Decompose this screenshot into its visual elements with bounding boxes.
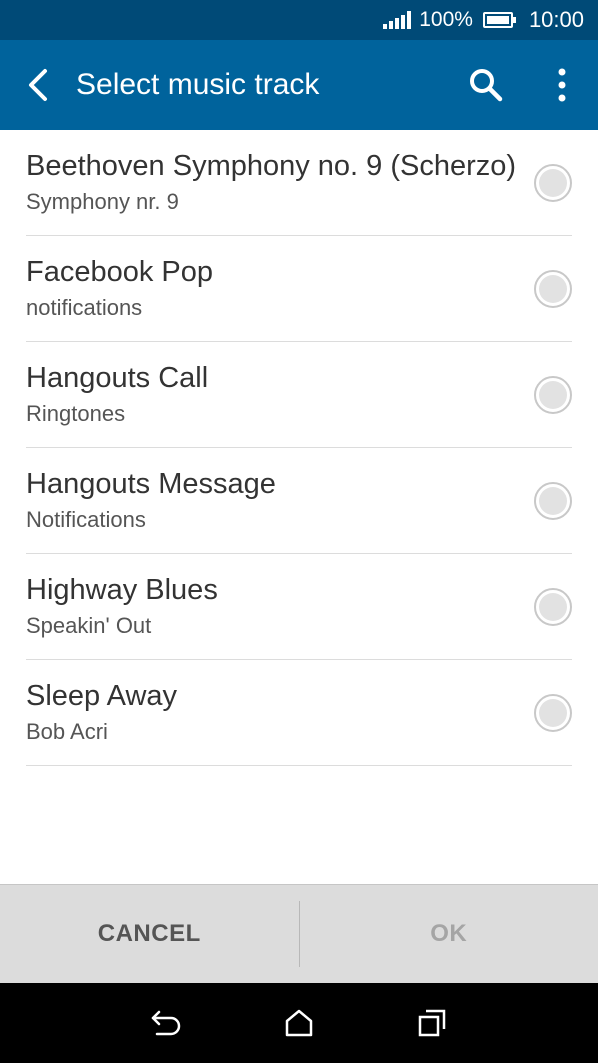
cancel-button[interactable]: CANCEL xyxy=(0,885,299,983)
track-item[interactable]: Hangouts Call Ringtones xyxy=(26,342,572,448)
track-title: Facebook Pop xyxy=(26,255,214,288)
track-subtitle: Ringtones xyxy=(26,400,126,426)
track-radio[interactable] xyxy=(534,481,572,520)
status-bar: 100% 10:00 xyxy=(0,0,598,40)
more-vert-icon xyxy=(558,68,566,102)
track-item[interactable]: Hangouts Message Notifications xyxy=(26,448,572,554)
nav-recents-button[interactable] xyxy=(402,993,462,1053)
track-item[interactable]: Facebook Pop notifications xyxy=(26,236,572,342)
track-radio[interactable] xyxy=(534,163,572,202)
clock: 10:00 xyxy=(528,7,584,32)
track-subtitle: Bob Acri xyxy=(26,718,108,744)
track-item[interactable]: Beethoven Symphony no. 9 (Scherzo) Symph… xyxy=(26,130,572,236)
battery-percent: 100% xyxy=(419,8,473,31)
track-list: Beethoven Symphony no. 9 (Scherzo) Symph… xyxy=(0,130,598,766)
track-title: Hangouts Message xyxy=(26,467,276,500)
search-button[interactable] xyxy=(454,40,518,130)
ok-button[interactable]: OK xyxy=(300,885,598,983)
nav-back-icon xyxy=(152,1010,181,1036)
track-title: Beethoven Symphony no. 9 (Scherzo) xyxy=(26,149,517,182)
recents-icon xyxy=(418,1009,445,1037)
nav-back-button[interactable] xyxy=(136,993,196,1053)
track-radio[interactable] xyxy=(534,693,572,732)
page-title: Select music track xyxy=(76,68,320,101)
track-title: Highway Blues xyxy=(26,573,218,606)
track-subtitle: Symphony nr. 9 xyxy=(26,188,179,214)
search-icon xyxy=(470,69,503,102)
track-radio[interactable] xyxy=(534,269,572,308)
more-options-button[interactable] xyxy=(530,40,594,130)
track-subtitle: notifications xyxy=(26,294,143,320)
battery-icon xyxy=(482,12,516,28)
track-radio[interactable] xyxy=(534,375,572,414)
track-item[interactable]: Highway Blues Speakin' Out xyxy=(26,554,572,660)
track-radio[interactable] xyxy=(534,587,572,626)
track-title: Hangouts Call xyxy=(26,361,209,394)
back-button[interactable] xyxy=(0,40,76,130)
nav-home-button[interactable] xyxy=(269,993,329,1053)
app-bar: Select music track xyxy=(0,40,598,130)
dialog-button-bar: CANCEL OK xyxy=(0,884,598,983)
track-subtitle: Notifications xyxy=(26,506,146,532)
signal-icon xyxy=(383,11,412,29)
back-arrow-icon xyxy=(29,69,47,101)
home-icon xyxy=(285,1009,313,1037)
track-subtitle: Speakin' Out xyxy=(26,612,152,638)
track-item[interactable]: Sleep Away Bob Acri xyxy=(26,660,572,766)
track-title: Sleep Away xyxy=(26,679,178,712)
navigation-bar xyxy=(0,983,598,1063)
